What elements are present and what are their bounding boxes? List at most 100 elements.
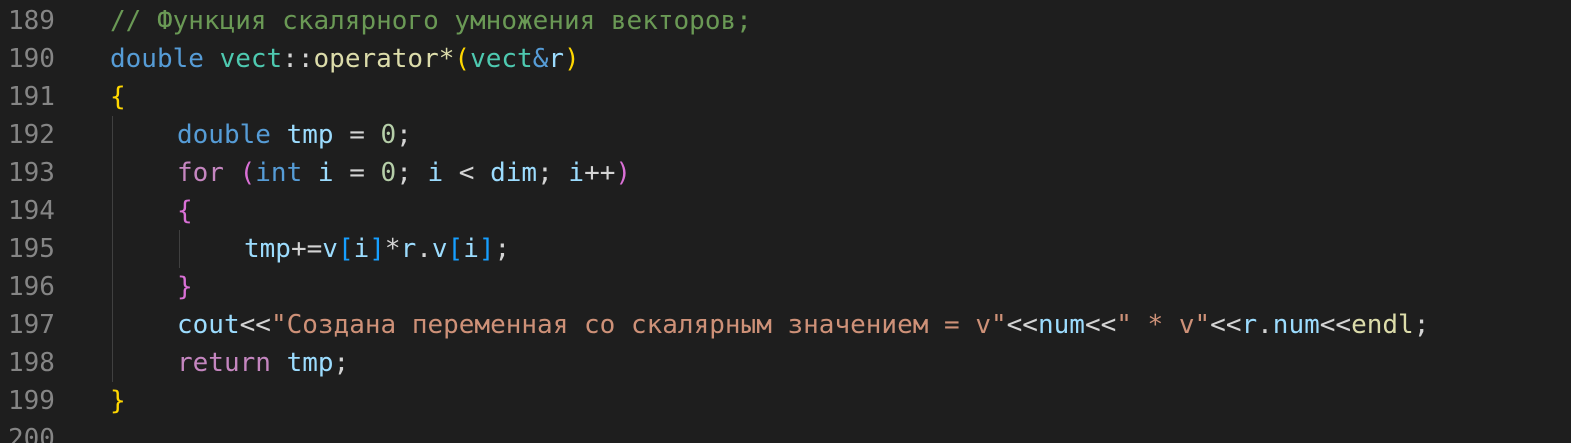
code-token: = (333, 120, 381, 150)
code-token: num (1037, 310, 1085, 340)
code-text: // Функция скалярного умножения векторов… (110, 2, 752, 40)
code-text: for (int i = 0; i < dim; i++) (177, 154, 631, 192)
code-token: vect (219, 44, 283, 74)
code-token: ; (333, 348, 350, 378)
code-token: tmp (286, 120, 334, 150)
code-line[interactable]: 200 (0, 420, 1571, 443)
code-token: ; (494, 234, 511, 264)
code-token: } (177, 272, 193, 302)
code-token: tmp (286, 348, 334, 378)
code-token: ; (537, 158, 569, 188)
code-token: << (1319, 310, 1352, 340)
code-token: return (177, 348, 271, 378)
code-text: tmp+=v[i]*r.v[i]; (244, 230, 510, 268)
line-number: 196 (8, 272, 55, 302)
code-line[interactable]: 192 double tmp = 0; (0, 116, 1571, 154)
code-token: i (317, 158, 334, 188)
code-token: r (548, 44, 564, 74)
code-token: ; (396, 120, 412, 150)
code-token: & (532, 44, 549, 74)
code-token: r (400, 234, 417, 264)
code-token: operator* (313, 44, 455, 74)
code-editor[interactable]: 189 // Функция скалярного умножения векто… (0, 0, 1571, 443)
code-line[interactable]: 198 return tmp; (0, 344, 1571, 382)
code-token: tmp (244, 234, 291, 264)
code-token: v (322, 234, 338, 264)
code-token: { (110, 82, 126, 112)
code-token: ( (454, 44, 471, 74)
code-line[interactable]: 194 { (0, 192, 1571, 230)
code-token: vect (470, 44, 533, 74)
line-number: 197 (8, 310, 55, 340)
code-token: r (1241, 310, 1258, 340)
code-token: i (463, 234, 479, 264)
line-number: 193 (8, 158, 55, 188)
code-line[interactable]: 191 { (0, 78, 1571, 116)
code-token: 0 (380, 158, 397, 188)
code-token: dim (490, 158, 538, 188)
code-token: << (1006, 310, 1038, 340)
code-token: { (177, 196, 193, 226)
code-token: " * v" (1116, 310, 1211, 340)
code-token: "Создана переменная со скалярным значени… (270, 310, 1007, 340)
code-token: double (177, 120, 271, 150)
code-token: i (427, 158, 444, 188)
code-token: << (1084, 310, 1117, 340)
code-line[interactable]: 195 tmp+=v[i]*r.v[i]; (0, 230, 1571, 268)
code-text: { (110, 78, 126, 116)
code-token: ] (478, 234, 495, 264)
code-line[interactable]: 193 for (int i = 0; i < dim; i++) (0, 154, 1571, 192)
code-line[interactable]: 196} (0, 268, 1571, 306)
code-token: << (1210, 310, 1242, 340)
code-text: return tmp; (177, 344, 349, 382)
code-token: ( (239, 158, 256, 188)
code-token: [ (337, 234, 354, 264)
code-token: endl (1351, 310, 1414, 340)
code-token: v (431, 234, 448, 264)
line-number: 190 (8, 44, 55, 74)
code-token: i (353, 234, 370, 264)
code-text: cout<<"Создана переменная со скалярным з… (177, 306, 1429, 344)
code-token: } (110, 386, 126, 416)
code-line[interactable]: 199} (0, 382, 1571, 420)
code-token: num (1272, 310, 1320, 340)
code-text: double tmp = 0; (177, 116, 412, 154)
code-token: [ (447, 234, 464, 264)
code-line[interactable]: 197 cout<<"Создана переменная со скалярны… (0, 306, 1571, 344)
code-token: . (1257, 310, 1273, 340)
code-token: 0 (380, 120, 397, 150)
code-line[interactable]: 189 // Функция скалярного умножения векто… (0, 2, 1571, 40)
code-token: << (239, 310, 271, 340)
code-token: ) (564, 44, 580, 74)
code-token: :: (282, 44, 314, 74)
code-token: i (568, 158, 585, 188)
code-token: . (416, 234, 432, 264)
code-token: ; (1413, 310, 1430, 340)
code-line[interactable]: 190 double vect::operator*(vect&r) (0, 40, 1571, 78)
line-number: 194 (8, 196, 55, 226)
code-token: ; (396, 158, 428, 188)
code-token: // Функция скалярного умножения векторов… (110, 6, 752, 36)
code-token: int (255, 158, 303, 188)
line-number: 189 (8, 6, 55, 36)
code-token: cout (177, 310, 240, 340)
line-number: 199 (8, 386, 55, 416)
code-token: < (443, 158, 491, 188)
code-token: ] (369, 234, 385, 264)
code-text: } (110, 382, 126, 420)
code-token: for (177, 158, 224, 188)
code-token: double (110, 44, 204, 74)
code-text: { (177, 192, 193, 230)
line-number: 200 (8, 424, 55, 443)
code-token: * (384, 234, 401, 264)
code-text: double vect::operator*(vect&r) (110, 40, 580, 78)
code-text: } (177, 268, 193, 306)
code-token: ) (615, 158, 632, 188)
line-number: 198 (8, 348, 55, 378)
code-token: += (290, 234, 323, 264)
